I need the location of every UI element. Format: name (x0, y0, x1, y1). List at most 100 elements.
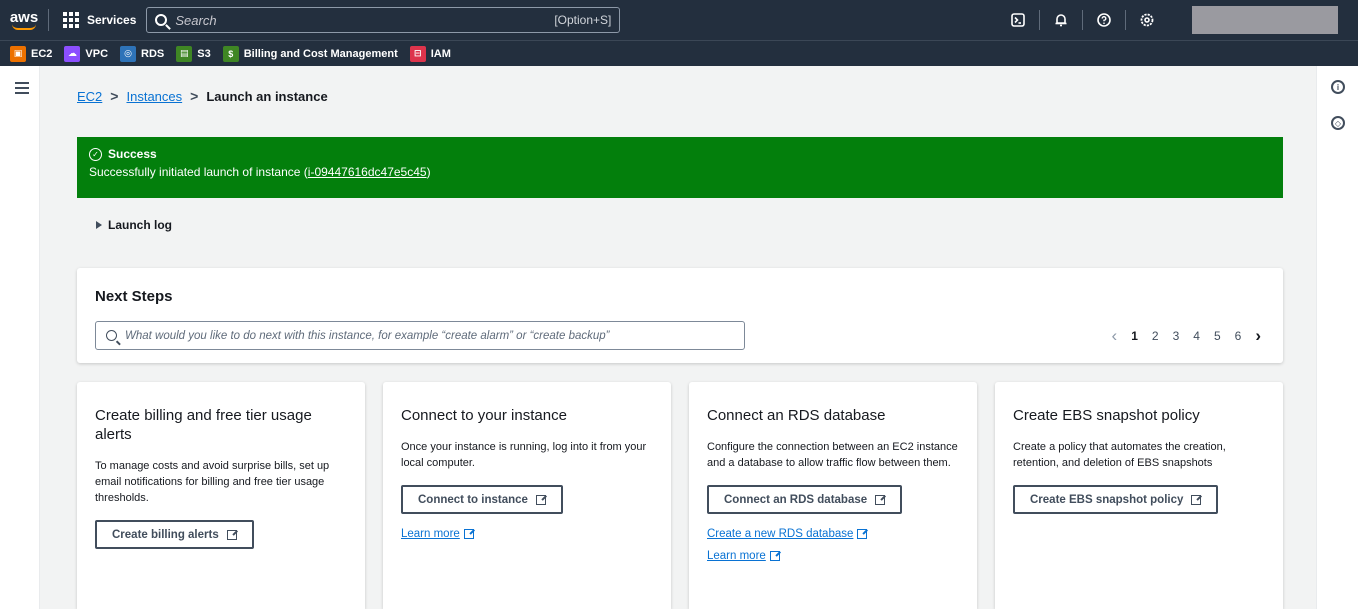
account-menu[interactable] (1192, 6, 1338, 34)
favorite-iam[interactable]: ⊟ IAM (409, 45, 451, 62)
search-placeholder: Search (175, 12, 217, 28)
instance-id-link[interactable]: i-09447616dc47e5c45 (308, 165, 427, 179)
button-label: Create billing alerts (112, 528, 219, 541)
chevron-right-icon: > (190, 88, 199, 104)
card-connect-instance: Connect to your instance Once your insta… (383, 382, 671, 609)
flash-message-suffix: ) (426, 165, 431, 179)
create-rds-database-link[interactable]: Create a new RDS database (707, 528, 959, 540)
favorite-label: Billing and Cost Management (243, 47, 398, 60)
favorite-billing[interactable]: $ Billing and Cost Management (222, 45, 398, 62)
button-label: Create EBS snapshot policy (1030, 493, 1184, 506)
card-description: Configure the connection between an EC2 … (707, 441, 958, 469)
card-description: To manage costs and avoid surprise bills… (95, 460, 330, 504)
flash-message-text: Successfully initiated launch of instanc… (89, 165, 308, 179)
next-steps-panel: Next Steps What would you like to do nex… (77, 268, 1283, 363)
favorite-label: S3 (197, 47, 211, 60)
card-billing-alerts: Create billing and free tier usage alert… (77, 382, 365, 609)
chevron-right-icon: > (110, 88, 119, 104)
external-link-icon (875, 494, 886, 505)
page-5[interactable]: 5 (1214, 329, 1221, 343)
ec2-icon: ▣ (10, 45, 26, 62)
launch-log-label: Launch log (108, 218, 172, 232)
side-navigation-rail (0, 66, 40, 609)
favorites-bar: ▣ EC2 ☁ VPC ◎ RDS ▤ S3 $ Billing and Cos… (0, 40, 1358, 66)
link-label: Learn more (401, 528, 460, 540)
external-link-icon (226, 529, 237, 540)
page-3[interactable]: 3 (1173, 329, 1180, 343)
top-navigation: aws Services Search [Option+S] (0, 0, 1358, 40)
card-title: Create billing and free tier usage alert… (95, 407, 312, 443)
page-1[interactable]: 1 (1131, 329, 1138, 343)
create-ebs-snapshot-policy-button[interactable]: Create EBS snapshot policy (1013, 485, 1219, 514)
card-description: Once your instance is running, log into … (401, 441, 647, 469)
create-billing-alerts-button[interactable]: Create billing alerts (95, 520, 254, 549)
card-connect-rds: Connect an RDS database Configure the co… (689, 382, 977, 609)
success-flashbar: ✓ Success Successfully initiated launch … (77, 137, 1283, 198)
settings-icon[interactable] (1132, 8, 1162, 32)
learn-more-link[interactable]: Learn more (401, 528, 653, 540)
success-check-icon: ✓ (89, 147, 102, 161)
favorite-ec2[interactable]: ▣ EC2 (10, 45, 53, 62)
info-icon[interactable]: i (1331, 80, 1345, 94)
next-steps-search-placeholder: What would you like to do next with this… (125, 329, 610, 342)
launch-log-expander[interactable]: Launch log (96, 218, 172, 232)
favorite-label: IAM (430, 47, 451, 60)
external-link-icon (769, 551, 780, 561)
page-4[interactable]: 4 (1193, 329, 1200, 343)
link-label: Create a new RDS database (707, 528, 854, 540)
link-label: Learn more (707, 550, 766, 562)
feedback-icon[interactable]: ◇ (1331, 116, 1345, 130)
favorite-s3[interactable]: ▤ S3 (176, 45, 211, 62)
bell-icon[interactable] (1046, 8, 1076, 32)
menu-icon[interactable] (15, 82, 29, 97)
aws-logo[interactable]: aws (0, 0, 48, 40)
flash-title: Success (108, 147, 157, 161)
grid-icon (63, 12, 79, 28)
external-link-icon (857, 529, 868, 539)
favorite-label: VPC (85, 47, 109, 60)
search-shortcut: [Option+S] (554, 13, 612, 27)
breadcrumb: EC2 > Instances > Launch an instance (77, 88, 328, 104)
vpc-icon: ☁ (64, 45, 81, 62)
page-6[interactable]: 6 (1235, 329, 1242, 343)
nav-icon-group (1003, 8, 1162, 32)
global-search-input[interactable]: Search [Option+S] (146, 7, 621, 33)
rds-icon: ◎ (120, 45, 137, 62)
breadcrumb-instances-link[interactable]: Instances (126, 89, 182, 104)
external-link-icon (463, 529, 474, 539)
caret-right-icon (96, 221, 102, 229)
favorite-label: EC2 (31, 47, 53, 60)
connect-to-instance-button[interactable]: Connect to instance (401, 485, 563, 514)
next-steps-search-input[interactable]: What would you like to do next with this… (95, 321, 745, 350)
services-menu-button[interactable]: Services (49, 12, 146, 28)
connect-rds-database-button[interactable]: Connect an RDS database (707, 485, 903, 514)
page-2[interactable]: 2 (1152, 329, 1159, 343)
card-title: Create EBS snapshot policy (1013, 407, 1200, 424)
card-title: Connect an RDS database (707, 407, 886, 424)
cloudshell-icon[interactable] (1003, 8, 1033, 32)
card-description: Create a policy that automates the creat… (1013, 441, 1226, 469)
button-label: Connect to instance (418, 493, 528, 506)
favorite-label: RDS (141, 47, 165, 60)
search-icon (106, 330, 117, 341)
breadcrumb-ec2-link[interactable]: EC2 (77, 89, 102, 104)
favorite-vpc[interactable]: ☁ VPC (64, 45, 109, 62)
flash-message: Successfully initiated launch of instanc… (89, 165, 1271, 179)
flash-title-row: ✓ Success (89, 147, 1271, 161)
next-page-icon[interactable]: › (1255, 326, 1261, 346)
external-link-icon (535, 494, 546, 505)
help-icon[interactable] (1089, 8, 1119, 32)
services-label: Services (87, 13, 137, 27)
previous-page-icon[interactable]: ‹ (1112, 326, 1118, 346)
next-steps-title: Next Steps (95, 288, 173, 305)
iam-icon: ⊟ (409, 45, 426, 62)
favorite-rds[interactable]: ◎ RDS (120, 45, 165, 62)
pagination: ‹ 1 2 3 4 5 6 › (1112, 326, 1261, 346)
card-ebs-snapshot: Create EBS snapshot policy Create a poli… (995, 382, 1283, 609)
button-label: Connect an RDS database (724, 493, 868, 506)
external-link-icon (1191, 494, 1202, 505)
billing-icon: $ (222, 45, 239, 62)
card-title: Connect to your instance (401, 407, 567, 424)
search-icon (155, 14, 168, 26)
learn-more-link[interactable]: Learn more (707, 550, 959, 562)
